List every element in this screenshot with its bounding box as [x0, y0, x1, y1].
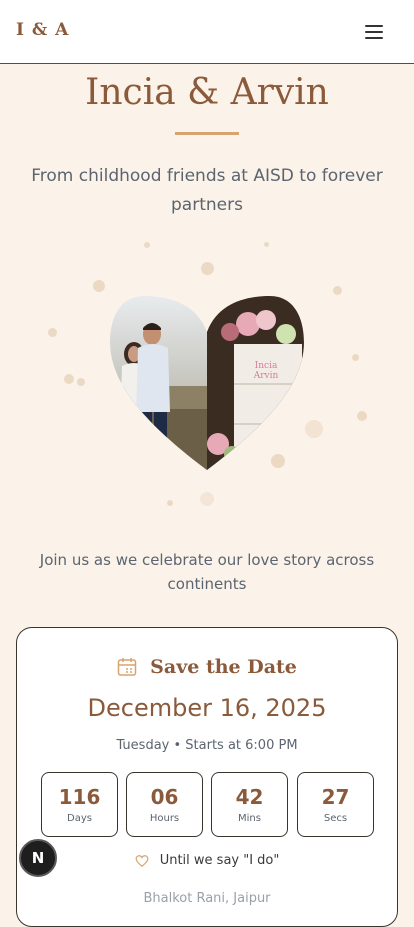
- bokeh-dot: [77, 378, 85, 386]
- title-divider: [175, 132, 239, 135]
- save-the-date-card: Save the Date December 16, 2025 Tuesday …: [16, 627, 398, 927]
- bokeh-dot: [264, 242, 269, 247]
- event-date: December 16, 2025: [87, 694, 327, 722]
- invite-line: Join us as we celebrate our love story a…: [39, 551, 375, 593]
- dev-tools-badge[interactable]: N: [19, 839, 57, 877]
- countdown-value: 27: [321, 785, 350, 809]
- couple-title: Incia & Arvin: [85, 72, 329, 113]
- hero-tagline: From childhood friends at AISD to foreve…: [31, 166, 383, 215]
- venue-line: Bhalkot Rani, Jaipur: [143, 891, 271, 906]
- countdown-label: Secs: [323, 813, 348, 824]
- countdown-label: Mins: [238, 813, 261, 824]
- save-the-date-title: Save the Date: [150, 656, 297, 678]
- countdown-mins: 42 Mins: [211, 772, 288, 837]
- bokeh-dot: [352, 354, 359, 361]
- countdown-value: 116: [58, 785, 101, 809]
- bokeh-dot: [48, 328, 57, 337]
- countdown-days: 116 Days: [41, 772, 118, 837]
- svg-text:Incia: Incia: [255, 361, 278, 371]
- countdown-secs: 27 Secs: [297, 772, 374, 837]
- save-the-date-heading: Save the Date: [17, 656, 397, 682]
- until-row: Until we say "I do": [17, 850, 397, 869]
- site-logo[interactable]: I & A: [16, 20, 69, 40]
- until-text: Until we say "I do": [159, 853, 280, 868]
- site-header: I & A: [0, 0, 414, 64]
- svg-text:Arvin: Arvin: [253, 371, 279, 381]
- bokeh-dot: [144, 242, 150, 248]
- bokeh-dot: [200, 492, 214, 506]
- bokeh-dot: [357, 411, 367, 421]
- heart-outline-icon: [135, 854, 149, 867]
- bokeh-dot: [64, 374, 74, 384]
- countdown-value: 42: [235, 785, 264, 809]
- countdown-hours: 06 Hours: [126, 772, 203, 837]
- hamburger-menu-icon[interactable]: [362, 20, 386, 44]
- countdown-label: Hours: [149, 813, 180, 824]
- bokeh-dot: [93, 280, 105, 292]
- bokeh-dot: [201, 262, 214, 275]
- event-time: Tuesday • Starts at 6:00 PM: [116, 738, 298, 753]
- calendar-icon: [117, 658, 137, 676]
- heart-photo-collage: Incia Arvin: [110, 296, 304, 470]
- bokeh-dot: [167, 500, 173, 506]
- countdown-label: Days: [67, 813, 92, 824]
- bokeh-dot: [333, 286, 342, 295]
- countdown-value: 06: [150, 785, 179, 809]
